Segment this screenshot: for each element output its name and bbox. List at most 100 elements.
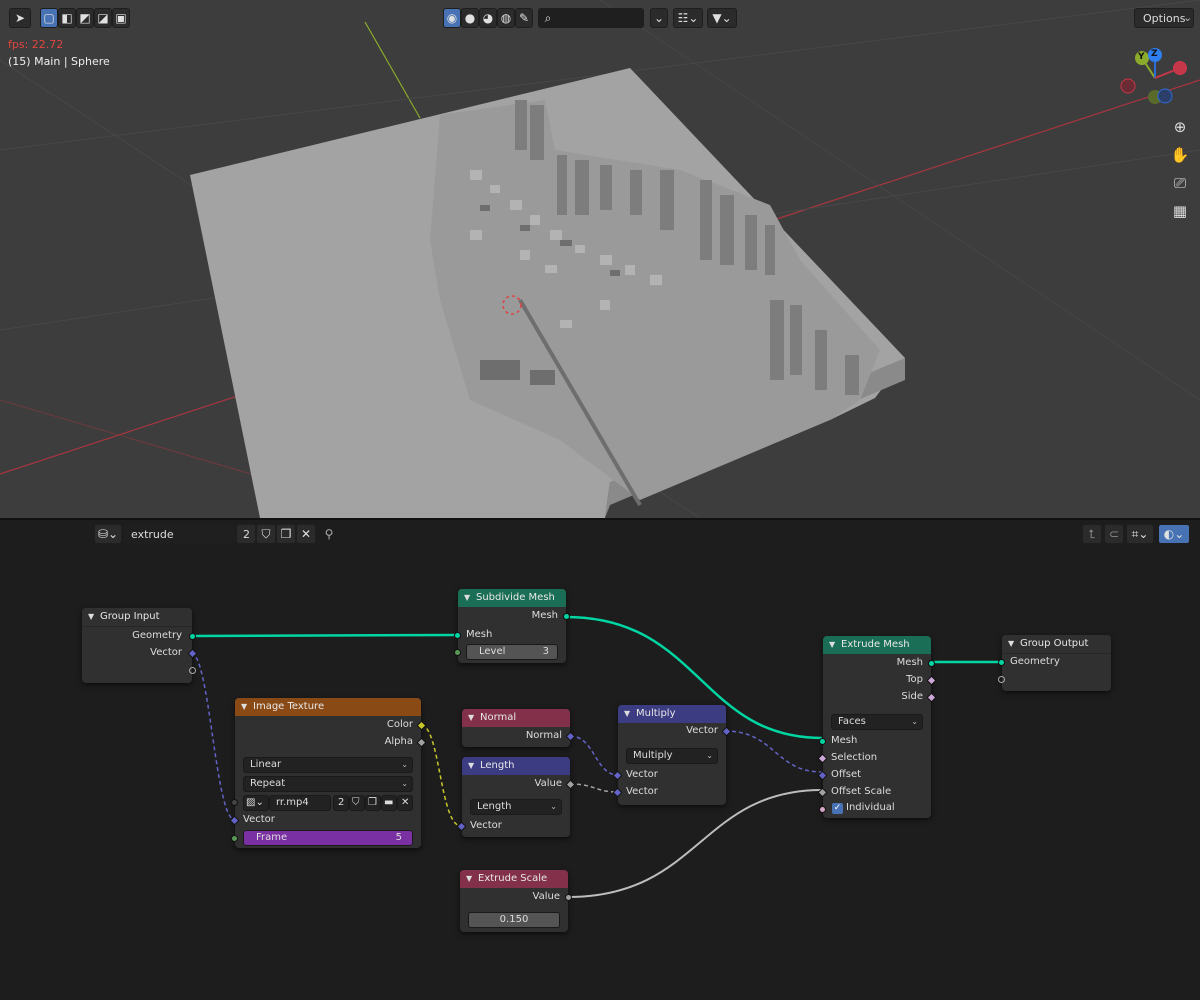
open-image-button[interactable]: ▬ [381,795,397,811]
socket-out-empty[interactable] [189,667,196,674]
snap-toggle-button[interactable]: ⊂ [1104,524,1124,544]
node-multiply[interactable]: ▼ Multiply Vector Multiply ⌄ Vector Vector [612,705,732,805]
socket-label-normal: Normal [525,730,562,741]
box-extend-icon: ◧ [61,11,73,25]
camera-icon[interactable]: ⎚ [1168,171,1192,195]
extension-dropdown[interactable]: Repeat ⌄ [243,776,413,792]
duplicate-image-button[interactable]: ❐ [365,795,381,811]
node-header[interactable]: ▼ Extrude Scale [460,870,568,888]
snap-mode-button[interactable]: ⌗⌄ [1126,524,1154,544]
select-box-intersect-button[interactable]: ▣ [112,8,130,28]
mode-dropdown[interactable]: Faces ⌄ [831,714,923,730]
user-count-button[interactable]: 2 [236,524,256,544]
node-header[interactable]: ▼ Extrude Mesh [823,636,931,654]
select-tool-button[interactable]: ➤ [9,8,31,28]
editor-type-button[interactable]: ⛁⌄ [94,524,122,544]
socket-in-level[interactable] [454,649,461,656]
socket-in-image[interactable] [231,799,238,806]
node-group-input[interactable]: ▼ Group Input Geometry Vector [82,608,198,683]
chevron-down-icon[interactable]: ▼ [468,757,474,775]
node-header[interactable]: ▼ Group Output [1002,635,1111,654]
image-users-button[interactable]: 2 [333,795,349,811]
gizmo-y-label[interactable]: Y [1138,52,1145,62]
individual-label: Individual [846,802,895,813]
zoom-icon[interactable]: ⊕ [1168,115,1192,139]
pin-icon[interactable]: ⚲ [320,524,338,544]
parent-node-tree-button[interactable]: ⮤ [1082,524,1102,544]
image-name-field[interactable]: rr.mp4 [269,795,331,811]
select-box-subtract-button[interactable]: ◩ [76,8,94,28]
socket-label-side: Side [901,691,923,702]
view-dropdown-button[interactable]: ⌄ [650,8,668,28]
shading-solid-button[interactable]: ● [461,8,479,28]
unlink-button[interactable]: ✕ [296,524,316,544]
node-length[interactable]: ▼ Length Value Length ⌄ Vector [456,757,576,837]
gizmo-z-label[interactable]: Z [1151,49,1158,59]
show-gizmo-button[interactable]: ◉ [443,8,461,28]
chevron-down-icon[interactable]: ▼ [1008,635,1014,653]
interpolation-dropdown[interactable]: Linear ⌄ [243,757,413,773]
node-extrude-mesh[interactable]: ▼ Extrude Mesh Mesh Top Side Faces ⌄ Mesh … [817,636,937,818]
socket-in-geometry[interactable] [998,659,1005,666]
funnel-icon: ▼⌄ [712,11,732,25]
node-subdivide-mesh[interactable]: ▼ Subdivide Mesh Mesh Mesh Level 3 [454,589,570,663]
chevron-down-icon[interactable]: ▼ [624,705,630,723]
node-header[interactable]: ▼ Length [462,757,570,775]
node-group-output[interactable]: ▼ Group Output Geometry [998,635,1111,691]
geometry-node-editor[interactable]: ⛁⌄ extrude 2 ⛉ ❐ ✕ ⚲ ⮤ ⊂ ⌗⌄ ◐⌄ ▼ Group In… [0,520,1200,1000]
chevron-down-icon[interactable]: ▼ [88,608,94,626]
frame-field[interactable]: Frame 5 [243,830,413,846]
node-normal[interactable]: ▼ Normal Normal [462,709,576,747]
socket-in-mesh[interactable] [819,738,826,745]
shading-rendered-button[interactable]: ◍ [497,8,515,28]
image-browse-button[interactable]: ▨⌄ [243,795,269,811]
value-field[interactable]: 0.150 [468,912,560,928]
transform-orientation-button[interactable]: ☷⌄ [673,8,703,28]
options-dropdown[interactable]: Options ⌄ [1134,8,1194,28]
filter-button[interactable]: ▼⌄ [707,8,737,28]
socket-out-value[interactable] [565,894,572,901]
operation-dropdown[interactable]: Length ⌄ [470,799,562,815]
node-header[interactable]: ▼ Multiply [618,705,726,723]
select-box-extend-button[interactable]: ◧ [58,8,76,28]
socket-in-empty[interactable] [998,676,1005,683]
node-header[interactable]: ▼ Normal [462,709,570,727]
level-field[interactable]: Level 3 [466,644,558,660]
overlay-toggle-button[interactable]: ◐⌄ [1158,524,1190,544]
socket-label-value: Value [534,778,562,789]
fake-user-button[interactable]: ⛉ [256,524,276,544]
chevron-down-icon[interactable]: ▼ [468,709,474,727]
node-header[interactable]: ▼ Group Input [82,608,192,627]
3d-viewport[interactable]: ➤ ▢ ◧ ◩ ◪ ▣ ◉ ● ◕ ◍ ✎ ⌕ ⌄ ☷⌄ ▼⌄ Options … [0,0,1200,518]
socket-in-frame[interactable] [231,835,238,842]
operation-dropdown[interactable]: Multiply ⌄ [626,748,718,764]
node-extrude-scale[interactable]: ▼ Extrude Scale Value 0.150 [460,870,572,932]
node-tree-name-field[interactable]: extrude [124,524,236,544]
search-field[interactable]: ⌕ [538,8,644,28]
shading-material-button[interactable]: ◕ [479,8,497,28]
socket-out-mesh[interactable] [563,613,570,620]
duplicate-button[interactable]: ❐ [276,524,296,544]
socket-in-mesh[interactable] [454,632,461,639]
viewport-scene [0,0,1200,518]
chevron-down-icon[interactable]: ▼ [241,698,247,716]
individual-checkbox[interactable]: ✓ [832,803,843,814]
node-image-texture[interactable]: ▼ Image Texture Color Alpha Linear ⌄ Repea… [229,698,427,848]
socket-out-mesh[interactable] [928,660,935,667]
chevron-down-icon[interactable]: ▼ [829,636,835,654]
socket-label-vector-out: Vector [686,725,718,736]
select-box-invert-button[interactable]: ◪ [94,8,112,28]
fake-user-button[interactable]: ⛉ [349,795,365,811]
perspective-grid-icon[interactable]: ▦ [1168,199,1192,223]
unlink-image-button[interactable]: ✕ [397,795,413,811]
socket-out-geometry[interactable] [189,633,196,640]
hand-pan-icon[interactable]: ✋ [1168,143,1192,167]
chevron-down-icon[interactable]: ▼ [466,870,472,888]
chevron-down-icon[interactable]: ▼ [464,589,470,607]
node-header[interactable]: ▼ Subdivide Mesh [458,589,566,607]
options-label: Options [1143,12,1186,25]
overlay-button[interactable]: ✎ [515,8,533,28]
socket-in-individual[interactable] [819,806,826,813]
select-box-new-button[interactable]: ▢ [40,8,58,28]
node-header[interactable]: ▼ Image Texture [235,698,421,716]
